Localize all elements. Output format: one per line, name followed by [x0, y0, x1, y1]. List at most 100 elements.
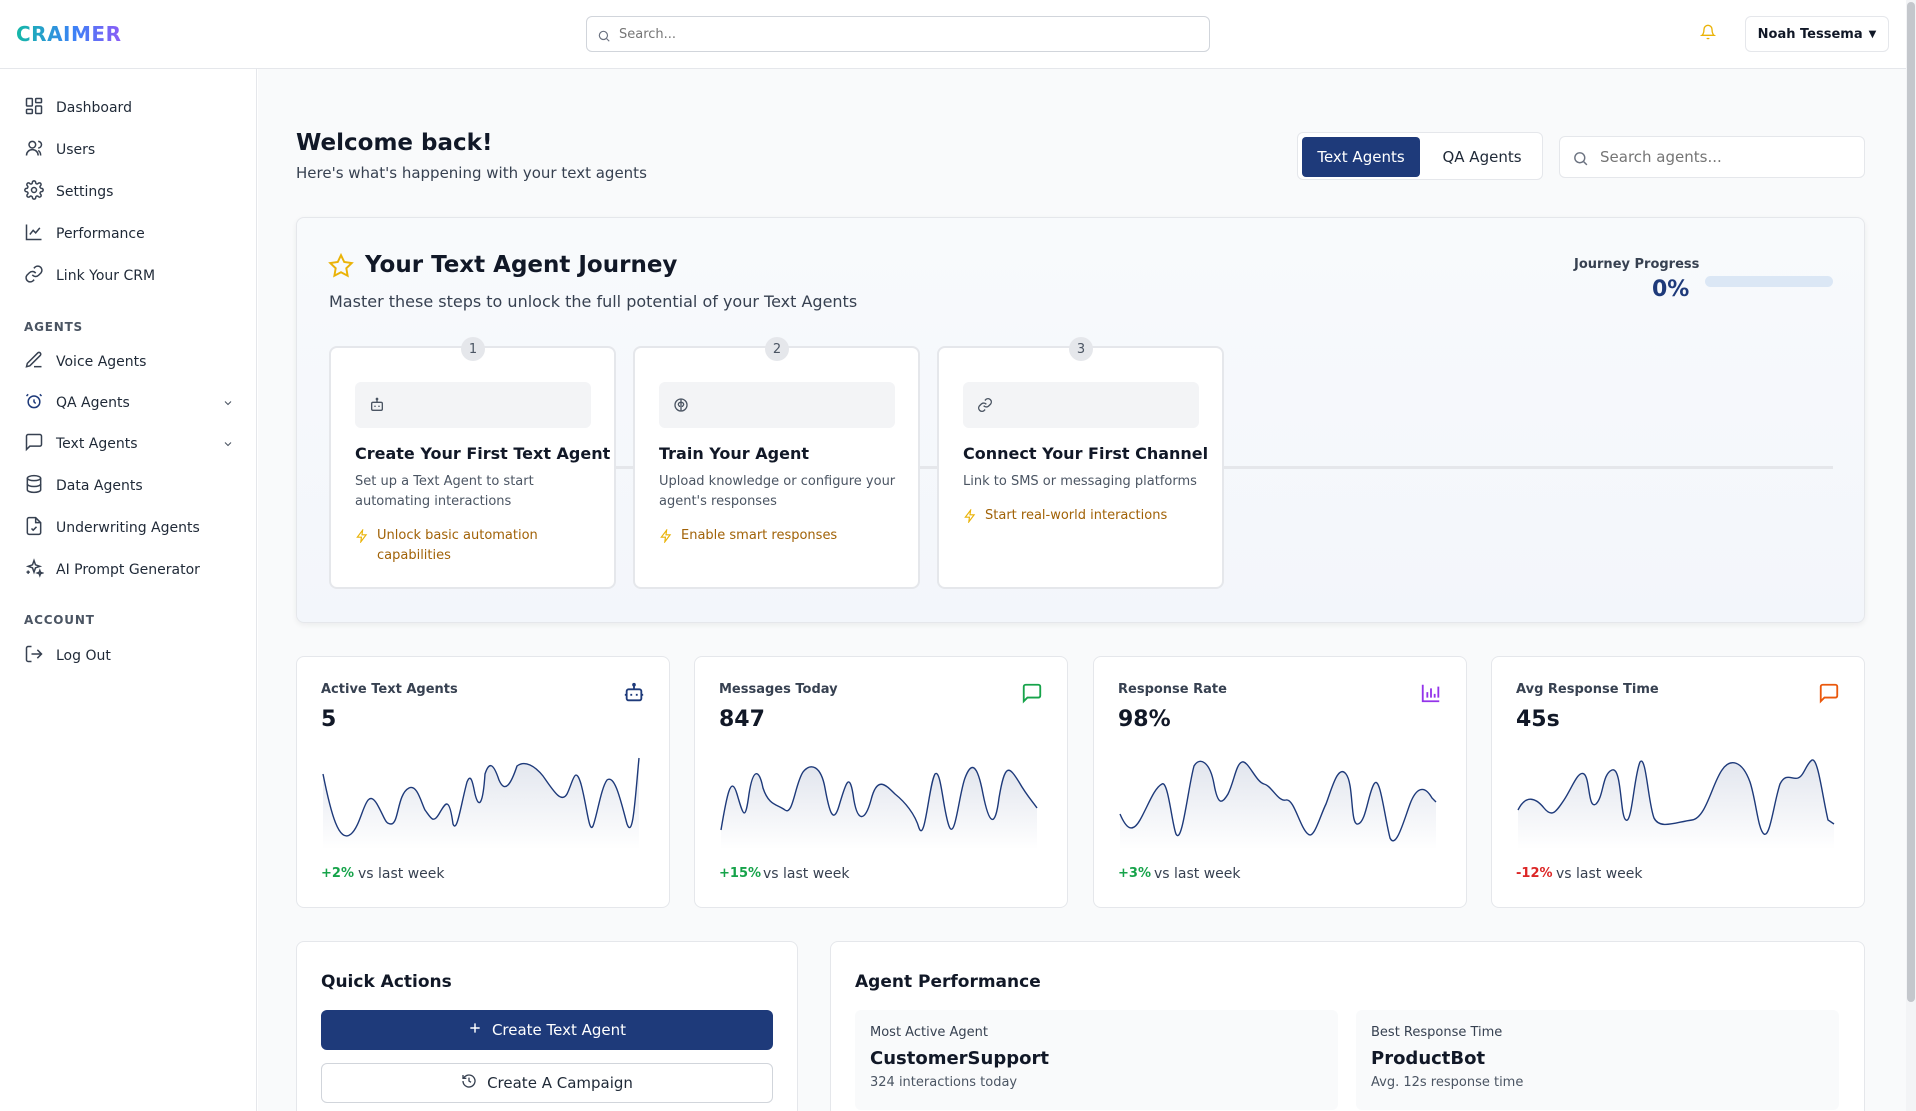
- stat-change: -12%: [1516, 866, 1553, 881]
- page-subtitle: Here's what's happening with your text a…: [296, 164, 647, 182]
- sidebar-item-ai-prompt-generator[interactable]: AI Prompt Generator: [24, 556, 234, 584]
- step-title: Create Your First Text Agent: [355, 444, 611, 463]
- app-logo[interactable]: CRAIMER: [16, 22, 121, 46]
- agent-search[interactable]: [1559, 136, 1865, 178]
- users-icon: [24, 138, 44, 162]
- step-perk: Start real-world interactions: [963, 506, 1203, 526]
- stat-value: 98%: [1118, 707, 1171, 732]
- stat-card-messages-today[interactable]: Messages Today 847 +15% vs last week: [694, 656, 1068, 908]
- step-number-2: 2: [765, 337, 789, 361]
- file-icon: [24, 516, 44, 540]
- sidebar-item-performance[interactable]: Performance: [24, 220, 234, 248]
- sidebar-item-settings[interactable]: Settings: [24, 178, 234, 206]
- step-description: Set up a Text Agent to start automating …: [355, 474, 534, 509]
- sidebar-item-label: QA Agents: [56, 395, 130, 411]
- perf-box-subtext: Avg. 12s response time: [1371, 1075, 1524, 1090]
- sidebar-section-agents: AGENTS: [24, 320, 84, 334]
- step-title: Train Your Agent: [659, 444, 809, 463]
- lightning-icon: [660, 529, 672, 543]
- journey-step-1[interactable]: Create Your First Text Agent Set up a Te…: [329, 346, 616, 589]
- step-description: Link to SMS or messaging platforms: [963, 474, 1197, 489]
- sparkles-icon: [24, 558, 45, 582]
- journey-title: Your Text Agent Journey: [365, 252, 678, 278]
- stat-change: +15%: [719, 866, 762, 881]
- page-title: Welcome back!: [296, 130, 493, 156]
- tab-qa-agents[interactable]: QA Agents: [1424, 137, 1540, 177]
- sidebar-item-link-crm[interactable]: Link Your CRM: [24, 262, 234, 290]
- search-icon: [597, 28, 611, 47]
- quick-actions-title: Quick Actions: [321, 972, 452, 992]
- page-scrollbar[interactable]: [1906, 0, 1916, 1111]
- sidebar-item-label: Link Your CRM: [56, 268, 156, 284]
- sidebar-section-account: ACCOUNT: [24, 613, 95, 627]
- caret-down-icon: ▼: [1868, 28, 1877, 40]
- link-icon: [24, 264, 44, 288]
- perf-box-label: Best Response Time: [1371, 1025, 1503, 1040]
- agent-performance-title: Agent Performance: [855, 972, 1041, 992]
- step-icon-box: [963, 382, 1199, 428]
- sidebar-item-voice-agents[interactable]: Voice Agents: [24, 348, 234, 376]
- stat-value: 847: [719, 707, 765, 732]
- logout-icon: [24, 644, 44, 668]
- sidebar-item-dashboard[interactable]: Dashboard: [24, 94, 234, 122]
- sparkline-chart: [322, 757, 640, 850]
- global-search[interactable]: [586, 16, 1210, 52]
- sidebar-item-underwriting-agents[interactable]: Underwriting Agents: [24, 514, 234, 542]
- stat-label: Avg Response Time: [1516, 682, 1659, 697]
- perf-box-subtext: 324 interactions today: [870, 1075, 1018, 1090]
- star-icon: [328, 252, 354, 283]
- lightning-icon: [356, 529, 368, 543]
- bot-icon: [371, 397, 383, 411]
- tab-text-agents[interactable]: Text Agents: [1302, 137, 1420, 177]
- stat-value: 5: [321, 707, 337, 732]
- database-icon: [24, 474, 44, 498]
- stat-card-active-agents[interactable]: Active Text Agents 5 +2% vs last week: [296, 656, 670, 908]
- sidebar-item-users[interactable]: Users: [24, 136, 234, 164]
- sidebar-item-label: Settings: [56, 184, 114, 200]
- step-perk-text: Unlock basic automation capabilities: [377, 528, 538, 563]
- stat-label: Active Text Agents: [321, 682, 458, 697]
- chevron-down-icon[interactable]: [222, 397, 234, 413]
- journey-step-2[interactable]: Train Your Agent Upload knowledge or con…: [633, 346, 920, 589]
- step-icon-box: [355, 382, 591, 428]
- most-active-agent-box[interactable]: Most Active Agent CustomerSupport 324 in…: [855, 1010, 1338, 1110]
- plus-icon: [468, 1021, 482, 1039]
- sidebar-item-label: Voice Agents: [56, 354, 147, 370]
- best-response-time-box[interactable]: Best Response Time ProductBot Avg. 12s r…: [1356, 1010, 1839, 1110]
- top-header: CRAIMER Noah Tessema ▼: [0, 0, 1906, 69]
- sidebar-item-label: Users: [56, 142, 96, 158]
- sidebar-item-logout[interactable]: Log Out: [24, 642, 234, 670]
- quick-actions-card: Quick Actions Create Text Agent Create A…: [296, 941, 798, 1111]
- bot-icon: [623, 682, 645, 708]
- bell-icon[interactable]: [1699, 24, 1717, 44]
- chevron-down-icon[interactable]: [222, 438, 234, 454]
- sidebar-item-qa-agents[interactable]: QA Agents: [24, 389, 234, 417]
- create-text-agent-button[interactable]: Create Text Agent: [321, 1010, 773, 1050]
- scrollbar-thumb[interactable]: [1907, 2, 1915, 1002]
- sidebar-item-data-agents[interactable]: Data Agents: [24, 472, 234, 500]
- link-icon: [978, 398, 992, 412]
- step-perk: Enable smart responses: [659, 526, 899, 546]
- journey-progress-bar: [1705, 276, 1833, 287]
- stat-change-caption: vs last week: [763, 866, 850, 882]
- sidebar-item-label: Log Out: [56, 648, 111, 664]
- step-description: Upload knowledge or configure your agent…: [659, 474, 896, 509]
- stat-label: Response Rate: [1118, 682, 1227, 697]
- create-campaign-button[interactable]: Create A Campaign: [321, 1063, 773, 1103]
- sparkline-chart: [1119, 760, 1437, 850]
- stat-card-response-rate[interactable]: Response Rate 98% +3% vs last week: [1093, 656, 1467, 908]
- global-search-input[interactable]: [619, 17, 1199, 51]
- stat-card-avg-response-time[interactable]: Avg Response Time 45s -12% vs last week: [1491, 656, 1865, 908]
- journey-step-3[interactable]: Connect Your First Channel Link to SMS o…: [937, 346, 1224, 589]
- sidebar-item-text-agents[interactable]: Text Agents: [24, 430, 234, 458]
- create-campaign-label: Create A Campaign: [487, 1074, 633, 1092]
- stat-label: Messages Today: [719, 682, 838, 697]
- user-menu-button[interactable]: Noah Tessema ▼: [1745, 16, 1889, 52]
- sidebar-item-label: Performance: [56, 226, 145, 242]
- sidebar-item-label: Text Agents: [56, 436, 138, 452]
- agent-performance-card: Agent Performance Most Active Agent Cust…: [830, 941, 1865, 1111]
- agent-search-input[interactable]: [1600, 137, 1850, 177]
- journey-progress-value: 0%: [1652, 277, 1690, 302]
- message-icon: [24, 432, 44, 456]
- stat-change-caption: vs last week: [1556, 866, 1643, 882]
